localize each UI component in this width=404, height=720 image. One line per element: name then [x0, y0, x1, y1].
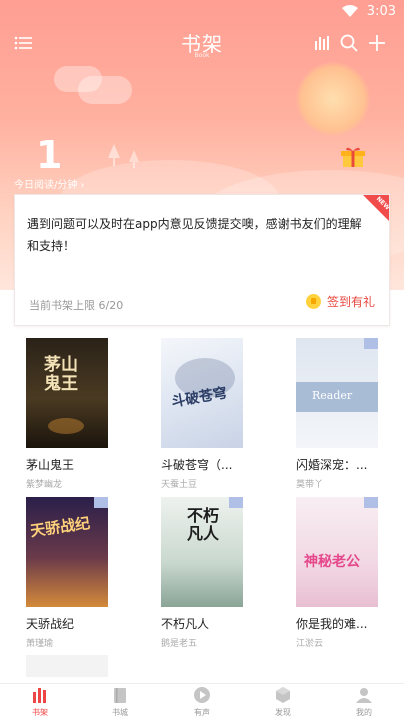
cover-title: 神秘老公	[304, 554, 360, 570]
book-badge	[94, 497, 108, 508]
wifi-icon	[342, 5, 358, 17]
bottom-tab-bar: 书架 书城 有声 发现 我的	[0, 683, 404, 720]
book-title: 斗破苍穹（...	[161, 458, 233, 472]
gift-icon[interactable]	[341, 146, 365, 168]
book-author: 莫带丫	[296, 480, 324, 490]
book-author: 江淤云	[296, 639, 324, 649]
book-item[interactable]: 不朽凡人 不朽凡人 鹅是老五	[161, 497, 243, 649]
book-title: 天骄战纪	[26, 617, 75, 631]
book-badge	[364, 338, 378, 349]
audio-icon	[194, 687, 210, 703]
search-icon[interactable]	[340, 34, 358, 52]
notice-text: 遇到问题可以及时在app内意见反馈提交噢，感谢书友们的理解和支持！	[27, 217, 362, 253]
tab-label: 书城	[112, 708, 128, 717]
book-badge	[364, 497, 378, 508]
book-cover[interactable]: Reader	[296, 338, 378, 448]
book-item[interactable]: 天骄战纪 天骄战纪 萧瑾瑜	[26, 497, 108, 649]
discover-icon	[276, 687, 290, 703]
ranking-chart-icon[interactable]	[314, 35, 330, 51]
cover-title: 茅山鬼王	[44, 355, 78, 394]
status-time: 3:03	[366, 4, 396, 19]
book-badge	[229, 497, 243, 508]
book-item[interactable]: 茅山鬼王 茅山鬼王 紫梦幽龙	[26, 338, 108, 490]
book-item[interactable]: Reader 闪婚深宠：... 莫带丫	[296, 338, 378, 490]
book-cover[interactable]: 神秘老公	[296, 497, 378, 607]
cover-glow	[48, 418, 84, 434]
book-cover[interactable]: 天骄战纪	[26, 497, 108, 607]
tab-bookstore[interactable]: 书城	[90, 686, 150, 718]
book-title: 闪婚深宠：...	[296, 458, 368, 472]
book-title: 茅山鬼王	[26, 458, 75, 472]
book-author: 鹅是老五	[161, 639, 198, 649]
shelf-limit-text: 当前书架上限 6/20	[29, 299, 124, 312]
book-cover[interactable]: 不朽凡人	[161, 497, 243, 607]
book-title: 不朽凡人	[161, 617, 210, 631]
profile-icon	[356, 688, 372, 703]
reading-minutes-value[interactable]: 1	[36, 133, 62, 177]
tab-bookshelf[interactable]: 书架	[10, 686, 70, 718]
tab-label: 发现	[275, 708, 291, 717]
page-subtitle: Book	[194, 52, 210, 59]
book-author: 天蚕土豆	[161, 480, 198, 490]
book-cover[interactable]: 茅山鬼王	[26, 338, 108, 448]
notice-card: NEW 遇到问题可以及时在app内意见反馈提交噢，感谢书友们的理解和支持！ 当前…	[14, 194, 390, 326]
tree-decoration	[108, 144, 139, 168]
tab-label: 有声	[194, 708, 210, 717]
tab-label: 书架	[32, 708, 48, 717]
add-book-placeholder[interactable]	[26, 655, 108, 677]
book-cover[interactable]: 斗破苍穹	[161, 338, 243, 448]
bookshelf-icon	[33, 688, 46, 703]
sun-decoration	[296, 62, 370, 136]
sign-in-label: 签到有礼	[326, 295, 375, 309]
tab-discover[interactable]: 发现	[253, 686, 313, 718]
book-item[interactable]: 斗破苍穹 斗破苍穹（... 天蚕土豆	[161, 338, 243, 490]
status-bar: 3:03	[0, 0, 404, 24]
tab-profile[interactable]: 我的	[334, 686, 394, 718]
cover-title: 天骄战纪	[29, 514, 92, 541]
add-icon[interactable]	[368, 34, 386, 52]
book-author: 萧瑾瑜	[26, 639, 54, 649]
book-author: 紫梦幽龙	[26, 480, 63, 490]
top-bar: 书架 Book	[0, 26, 404, 62]
reading-minutes-label[interactable]: 今日阅读/分钟 ›	[14, 176, 85, 191]
cloud-decoration	[78, 76, 132, 104]
tab-audio[interactable]: 有声	[172, 686, 232, 718]
coin-icon	[305, 294, 321, 309]
tab-label: 我的	[356, 708, 372, 717]
book-title: 你是我的难...	[296, 617, 368, 631]
sign-in-button[interactable]: 签到有礼	[305, 293, 375, 310]
book-item[interactable]: 神秘老公 你是我的难... 江淤云	[296, 497, 378, 649]
cover-title: 不朽凡人	[187, 506, 220, 543]
cover-title: Reader	[312, 389, 353, 402]
bookstore-icon	[114, 688, 126, 703]
